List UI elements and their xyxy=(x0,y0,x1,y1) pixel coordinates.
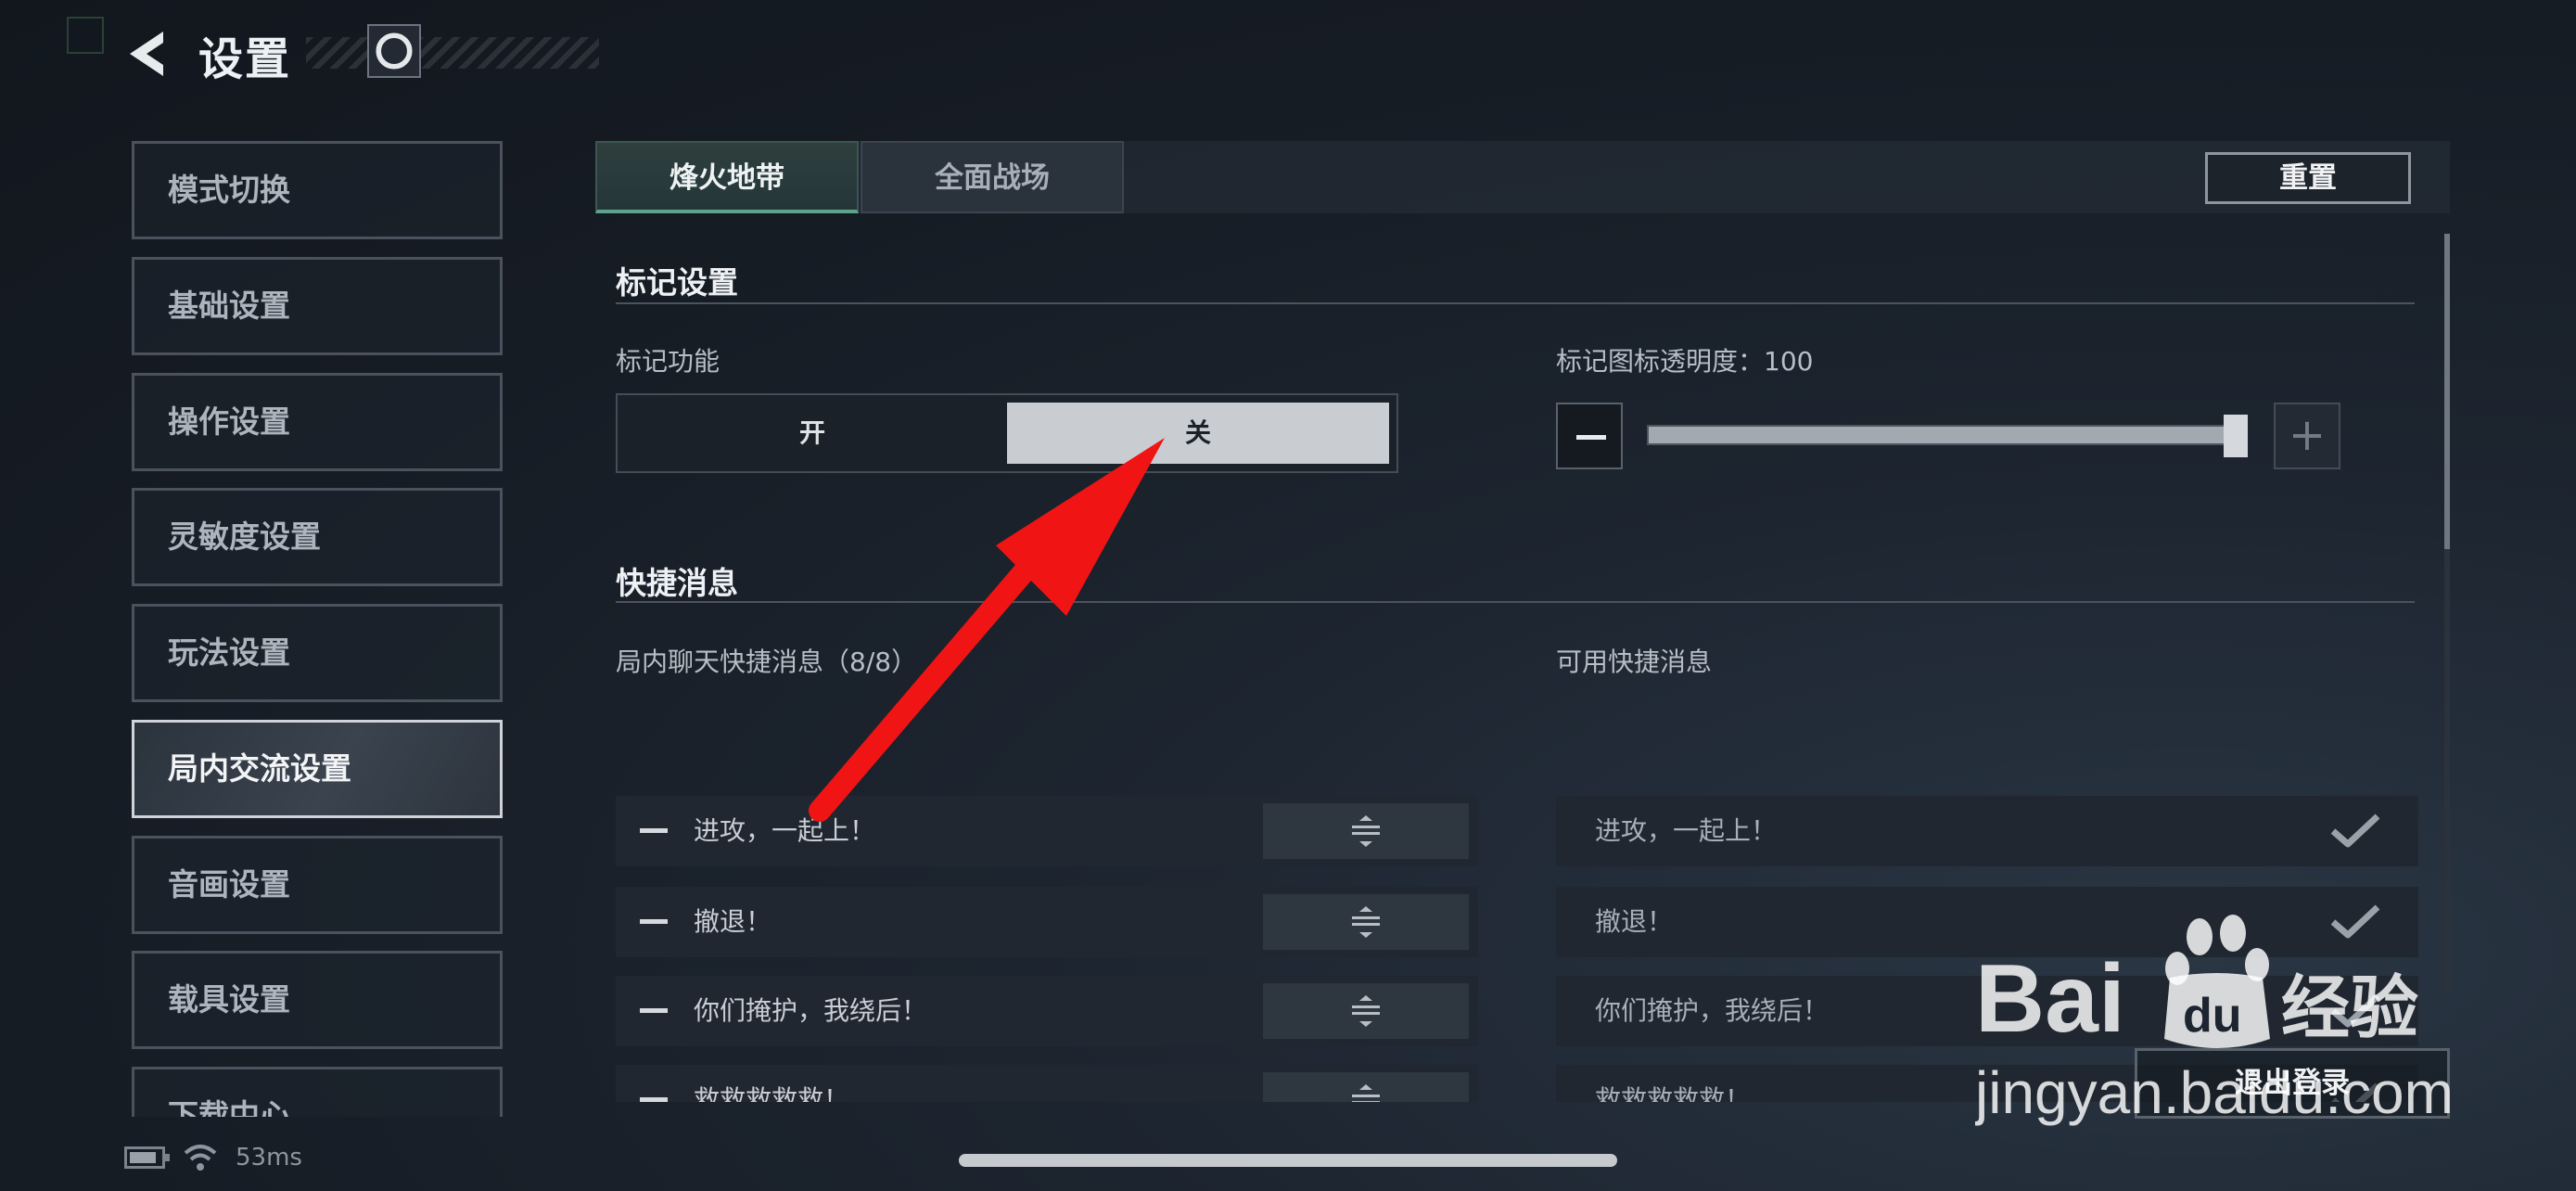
drag-handle[interactable] xyxy=(1263,1072,1469,1102)
selected-messages-list: 进攻，一起上！ 撤退！ 你们掩护，我绕后！ 救救救救救！ xyxy=(616,796,1478,1102)
toggle-off-option[interactable]: 关 xyxy=(1007,403,1389,464)
watermark-suffix: 经验 xyxy=(2281,968,2418,1048)
game-logo-icon xyxy=(367,24,421,78)
remove-message-icon[interactable] xyxy=(640,1097,668,1102)
message-text: 进攻，一起上！ xyxy=(694,815,876,846)
content-scrollbar-thumb[interactable] xyxy=(2444,234,2450,549)
message-text: 撤退！ xyxy=(1595,906,1674,937)
drag-handle[interactable] xyxy=(1263,894,1469,950)
sidebar-item-communication[interactable]: 局内交流设置 xyxy=(132,720,503,818)
selected-message-row: 撤退！ xyxy=(616,887,1478,957)
selected-message-row: 救救救救救！ xyxy=(616,1065,1478,1102)
sidebar-item-download[interactable]: 下载中心 xyxy=(132,1067,503,1117)
opacity-decrease-button[interactable] xyxy=(1556,403,1623,469)
watermark-url: jingyan.baidu.com xyxy=(1975,1059,2454,1126)
message-text: 进攻，一起上！ xyxy=(1595,815,1778,846)
marker-opacity-label: 标记图标透明度：100 xyxy=(1556,346,1814,377)
selected-messages-label: 局内聊天快捷消息（8/8） xyxy=(616,647,918,677)
message-text: 你们掩护，我绕后！ xyxy=(1595,995,1830,1026)
sidebar-item-gameplay[interactable]: 玩法设置 xyxy=(132,604,503,702)
settings-sidebar: 模式切换 基础设置 操作设置 灵敏度设置 玩法设置 局内交流设置 音画设置 载具… xyxy=(132,141,503,1117)
wifi-icon xyxy=(184,1145,217,1171)
message-text: 你们掩护，我绕后！ xyxy=(694,995,928,1026)
sidebar-item-vehicle[interactable]: 载具设置 xyxy=(132,951,503,1049)
content-scrollbar[interactable] xyxy=(2444,234,2450,994)
marker-feature-toggle: 开 关 xyxy=(616,393,1398,473)
title-stripe-decoration xyxy=(306,37,599,69)
drag-reorder-icon xyxy=(1352,995,1380,1027)
drag-reorder-icon xyxy=(1352,1084,1380,1102)
back-arrow-icon[interactable] xyxy=(122,26,171,82)
corner-frame-decoration xyxy=(67,17,104,54)
page-title: 设置 xyxy=(198,33,292,85)
available-messages-label: 可用快捷消息 xyxy=(1556,647,1713,677)
remove-message-icon[interactable] xyxy=(640,1008,668,1013)
message-text: 救救救救救！ xyxy=(694,1084,850,1102)
remove-message-icon[interactable] xyxy=(640,828,668,833)
opacity-increase-button[interactable]: + xyxy=(2274,403,2340,469)
status-bar: 53ms xyxy=(124,1139,302,1176)
baidu-jingyan-watermark: Bai du 经验 jingyan.baidu.com xyxy=(1975,915,2454,1126)
marker-feature-label: 标记功能 xyxy=(616,346,721,377)
opacity-slider[interactable] xyxy=(1647,425,2248,445)
remove-message-icon[interactable] xyxy=(640,919,668,924)
tab-warzone[interactable]: 烽火地带 xyxy=(595,141,859,213)
sidebar-item-basic[interactable]: 基础设置 xyxy=(132,257,503,355)
available-message-row[interactable]: 进攻，一起上！ xyxy=(1556,796,2418,866)
selected-message-row: 你们掩护，我绕后！ xyxy=(616,976,1478,1046)
drag-reorder-icon xyxy=(1352,906,1380,938)
mode-tab-bar: 烽火地带 全面战场 重置 xyxy=(595,141,2450,213)
toggle-on-option[interactable]: 开 xyxy=(623,403,1001,464)
section-title-quick-messages: 快捷消息 xyxy=(616,565,738,601)
reset-button[interactable]: 重置 xyxy=(2205,152,2411,204)
sidebar-item-controls[interactable]: 操作设置 xyxy=(132,373,503,471)
sidebar-item-audio-video[interactable]: 音画设置 xyxy=(132,836,503,934)
drag-reorder-icon xyxy=(1352,815,1380,847)
watermark-brand: Bai xyxy=(1975,945,2125,1053)
sidebar-item-mode-switch[interactable]: 模式切换 xyxy=(132,141,503,239)
message-text: 撤退！ xyxy=(694,906,772,937)
section-divider xyxy=(616,302,2415,304)
battery-icon xyxy=(124,1146,170,1169)
message-text: 救救救救救！ xyxy=(1595,1084,1752,1102)
opacity-slider-fill xyxy=(1649,427,2246,443)
drag-handle[interactable] xyxy=(1263,983,1469,1039)
watermark-brand-du: du xyxy=(2183,989,2242,1043)
drag-handle[interactable] xyxy=(1263,803,1469,859)
home-indicator[interactable] xyxy=(959,1154,1617,1167)
section-divider xyxy=(616,601,2415,603)
selected-message-row: 进攻，一起上！ xyxy=(616,796,1478,866)
tab-full-battlefield[interactable]: 全面战场 xyxy=(861,141,1124,213)
section-title-marker: 标记设置 xyxy=(616,264,738,301)
ping-readout: 53ms xyxy=(236,1144,302,1172)
sidebar-item-sensitivity[interactable]: 灵敏度设置 xyxy=(132,488,503,586)
opacity-slider-thumb[interactable] xyxy=(2224,415,2248,457)
checkmark-icon xyxy=(2330,813,2380,848)
